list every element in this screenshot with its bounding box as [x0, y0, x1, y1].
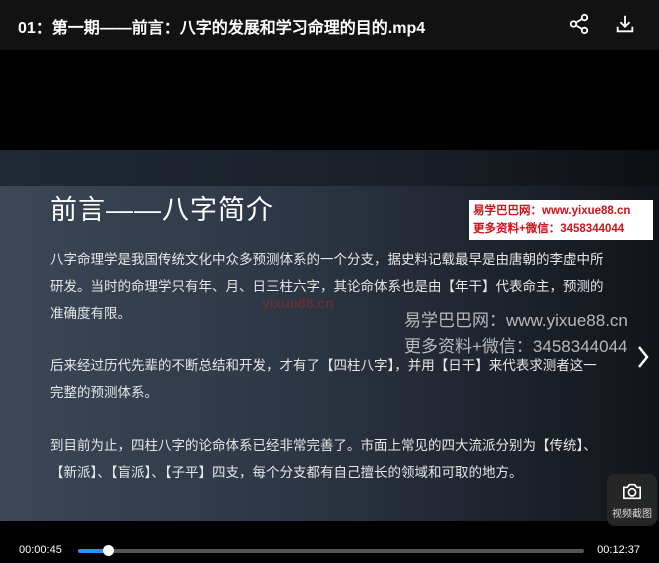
watermark-box: 易学巴巴网：www.yixue88.cn 更多资料+微信：3458344044 [469, 200, 653, 240]
progress-handle[interactable] [102, 545, 114, 556]
faint-watermark: yixue88.cn [262, 295, 334, 311]
progress-track[interactable] [78, 545, 584, 556]
snapshot-button[interactable]: 视频截图 [607, 474, 657, 526]
watermark-line: 更多资料+微信：3458344044 [404, 337, 628, 356]
share-button[interactable] [567, 12, 591, 36]
snapshot-label: 视频截图 [612, 508, 652, 520]
watermark-line: 更多资料+微信：3458344044 [473, 223, 625, 235]
slide-header-strip [0, 150, 659, 186]
download-button[interactable] [613, 12, 637, 36]
next-button[interactable] [635, 343, 651, 371]
slide-title: 前言——八字简介 [50, 195, 274, 225]
playback-controls: 00:00:45 00:12:37 [0, 538, 659, 563]
top-actions [567, 12, 637, 36]
top-bar: 01：第一期——前言：八字的发展和学习命理的目的.mp4 [0, 0, 659, 50]
video-title: 01：第一期——前言：八字的发展和学习命理的目的.mp4 [18, 20, 426, 37]
video-area[interactable]: 前言——八字简介 八字命理学是我国传统文化中众多预测体系的一个分支，据史料记载最… [0, 50, 659, 538]
watermark-line: 易学巴巴网：www.yixue88.cn [473, 205, 631, 217]
chevron-right-icon [638, 346, 649, 368]
slide-paragraph: 到目前为止，四柱八字的论命体系已经非常完善了。市面上常见的四大流派分别为【传统】… [50, 438, 597, 480]
watermark-line: 易学巴巴网：www.yixue88.cn [404, 311, 628, 330]
slide-paragraph: 后来经过历代先辈的不断总结和开发，才有了【四柱八字】，并用【日干】来代表求测者这… [50, 358, 597, 400]
overlay-watermark: 易学巴巴网：www.yixue88.cn 更多资料+微信：3458344044 [404, 308, 628, 360]
download-icon [616, 15, 634, 33]
current-time: 00:00:45 [19, 544, 62, 556]
total-time: 00:12:37 [597, 544, 640, 556]
video-player: 01：第一期——前言：八字的发展和学习命理的目的.mp4 前言——八字简介 八字… [0, 0, 659, 563]
share-icon [569, 13, 589, 35]
camera-icon [623, 483, 641, 499]
